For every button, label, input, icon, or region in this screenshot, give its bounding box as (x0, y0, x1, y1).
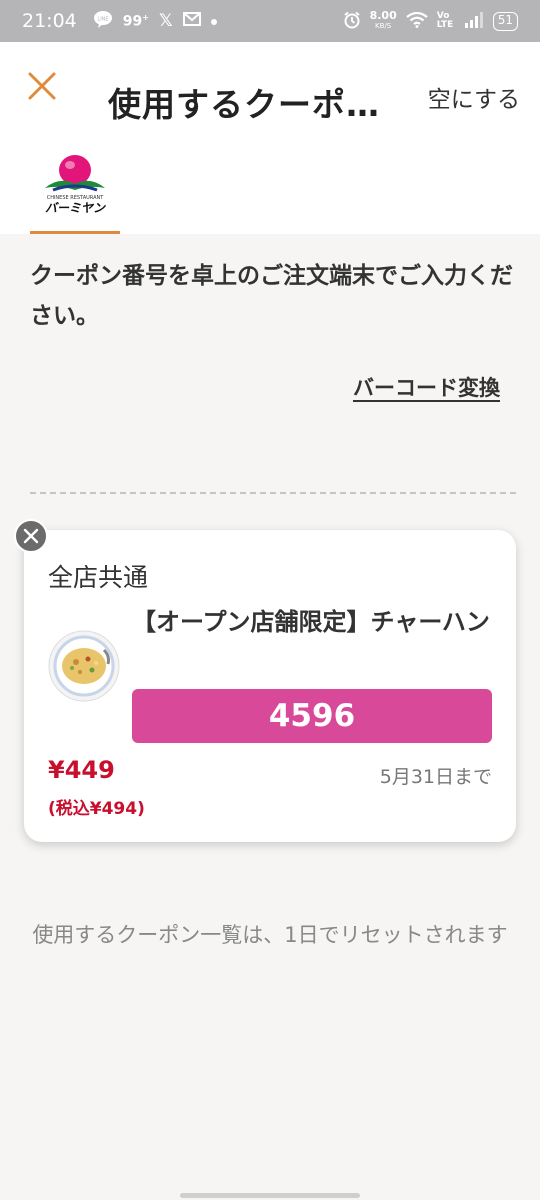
signal-icon (464, 11, 484, 31)
battery-indicator: 51 (492, 11, 518, 31)
status-time: 21:04 (22, 10, 77, 32)
svg-text:LINE: LINE (97, 17, 108, 23)
remove-coupon-button[interactable] (14, 519, 48, 553)
x-icon: 𝕏 (158, 11, 173, 31)
clear-button[interactable]: 空にする (428, 80, 520, 114)
instruction-text: クーポン番号を卓上のご注文端末でご入力ください。 (30, 263, 513, 329)
home-indicator[interactable] (180, 1193, 360, 1198)
mail-icon (182, 12, 201, 30)
close-icon (23, 528, 39, 544)
header: 使用するクーポ… 空にする CHINESE RESTAURANT バーミヤン (0, 42, 540, 234)
logo-text: バーミヤン (45, 201, 106, 215)
coupon-item-name: 【オープン店舗限定】チャーハン (132, 608, 490, 636)
net-speed: 8.00 KB/S (369, 9, 397, 31)
wifi-icon (406, 11, 428, 31)
coupon-price-tax: (税込¥494) (48, 799, 145, 819)
net-speed-unit: KB/S (375, 22, 392, 30)
bamiyan-logo: CHINESE RESTAURANT バーミヤン (45, 155, 106, 215)
divider (30, 492, 516, 494)
active-tab-indicator (30, 231, 120, 234)
barcode-convert-link[interactable]: バーコード変換 (353, 372, 500, 402)
close-button[interactable] (22, 66, 62, 106)
page-title: 使用するクーポ… (108, 85, 380, 124)
net-speed-value: 8.00 (369, 9, 397, 22)
status-bar: 21:04 LINE 99+ 𝕏 8.00 KB/S Vo LTE 51 (0, 0, 540, 42)
reset-note: 使用するクーポン一覧は、1日でリセットされます (32, 923, 508, 947)
coupon-scope: 全店共通 (48, 563, 149, 592)
coupon-expiry: 5月31日まで (379, 766, 492, 788)
brand-tab-bamiyan[interactable]: CHINESE RESTAURANT バーミヤン (30, 150, 120, 234)
coupon-price: ¥449 (48, 756, 115, 784)
alarm-icon (343, 11, 361, 32)
line-icon: LINE (93, 10, 113, 32)
app-99-icon: 99+ (122, 12, 149, 30)
fried-rice-image (48, 630, 120, 702)
coupon-card[interactable]: 全店共通 【オープン店舗限定】チャーハン 4596 ¥449 (税込¥494) … (24, 530, 516, 842)
volte-label: Vo LTE (436, 11, 454, 30)
coupon-code: 4596 (132, 689, 492, 743)
dot-icon (210, 14, 217, 29)
notification-icons: LINE 99+ 𝕏 (93, 10, 217, 32)
close-icon (28, 72, 56, 100)
